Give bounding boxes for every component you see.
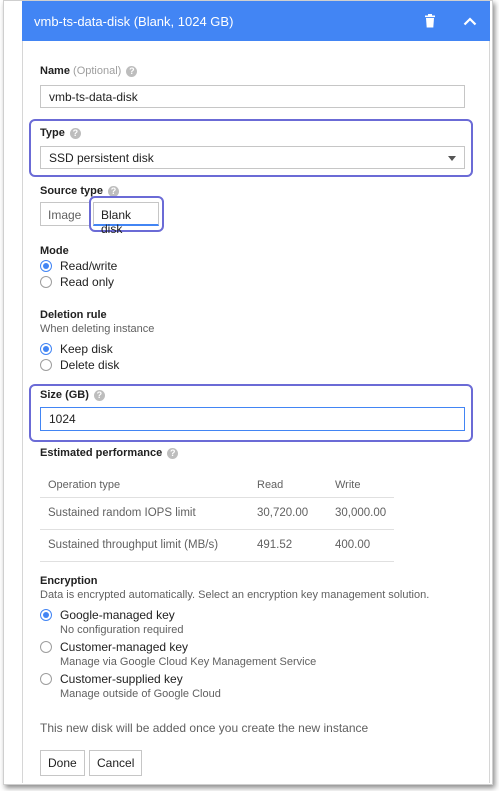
deletion-rule-label: Deletion rule — [40, 309, 107, 321]
type-select[interactable]: SSD persistent disk — [40, 146, 465, 169]
trash-icon[interactable] — [410, 1, 450, 41]
performance-table: Operation type Read Write Sustained rand… — [40, 473, 395, 562]
help-icon[interactable]: ? — [93, 390, 105, 401]
size-label: Size (GB)? — [40, 389, 105, 401]
radio-icon — [40, 673, 52, 685]
radio-icon — [40, 359, 52, 371]
google-managed-key-desc: No configuration required — [60, 624, 184, 636]
name-input[interactable]: vmb-ts-data-disk — [40, 85, 465, 108]
performance-label: Estimated performance? — [40, 447, 179, 459]
table-cell: 30,000.00 — [327, 497, 395, 530]
mode-label: Mode — [40, 245, 69, 257]
disk-header[interactable]: vmb-ts-data-disk (Blank, 1024 GB) — [22, 1, 490, 41]
delete-disk-radio[interactable]: Delete disk — [40, 357, 119, 373]
disk-form: Name (Optional)? vmb-ts-data-disk Type? … — [22, 41, 490, 783]
radio-selected-icon — [40, 343, 52, 355]
customer-supplied-key-radio[interactable]: Customer-supplied key — [40, 671, 183, 687]
cancel-button[interactable]: Cancel — [89, 750, 143, 776]
mode-read-only-radio[interactable]: Read only — [40, 274, 114, 290]
disk-header-title: vmb-ts-data-disk (Blank, 1024 GB) — [34, 13, 234, 29]
customer-managed-key-radio[interactable]: Customer-managed key — [40, 639, 188, 655]
radio-icon — [40, 276, 52, 288]
done-button[interactable]: Done — [40, 750, 85, 776]
customer-supplied-key-desc: Manage outside of Google Cloud — [60, 688, 221, 700]
type-label: Type? — [40, 127, 81, 139]
chevron-up-icon[interactable] — [450, 1, 490, 41]
keep-disk-radio[interactable]: Keep disk — [40, 341, 113, 357]
size-input[interactable]: 1024 — [40, 407, 465, 431]
source-blank-disk-button[interactable]: Blank disk — [93, 202, 159, 236]
encryption-label: Encryption — [40, 575, 98, 587]
encryption-sub: Data is encrypted automatically. Select … — [40, 589, 430, 601]
table-cell: Sustained random IOPS limit — [40, 497, 249, 530]
table-header-row: Operation type Read Write — [40, 473, 395, 498]
name-label: Name (Optional)? — [40, 65, 138, 77]
disk-config-panel: vmb-ts-data-disk (Blank, 1024 GB) Name (… — [3, 0, 493, 785]
col-write: Write — [327, 473, 395, 498]
table-row: Sustained throughput limit (MB/s) 491.52… — [40, 529, 395, 562]
col-read: Read — [249, 473, 327, 498]
source-image-button[interactable]: Image — [40, 202, 90, 226]
radio-icon — [40, 641, 52, 653]
table-cell: Sustained throughput limit (MB/s) — [40, 529, 249, 562]
radio-selected-icon — [40, 609, 52, 621]
col-operation-type: Operation type — [40, 473, 249, 498]
customer-managed-key-desc: Manage via Google Cloud Key Management S… — [60, 656, 317, 668]
radio-selected-icon — [40, 260, 52, 272]
dropdown-caret-icon — [448, 156, 456, 161]
table-cell: 400.00 — [327, 529, 395, 562]
table-cell: 30,720.00 — [249, 497, 327, 530]
mode-read-write-radio[interactable]: Read/write — [40, 258, 117, 274]
google-managed-key-radio[interactable]: Google-managed key — [40, 607, 175, 623]
footer-note: This new disk will be added once you cre… — [40, 721, 369, 735]
help-icon[interactable]: ? — [69, 128, 81, 139]
help-icon[interactable]: ? — [167, 448, 179, 459]
table-row: Sustained random IOPS limit 30,720.00 30… — [40, 497, 395, 530]
deletion-rule-sub: When deleting instance — [40, 323, 155, 335]
help-icon[interactable]: ? — [126, 66, 138, 77]
table-cell: 491.52 — [249, 529, 327, 562]
